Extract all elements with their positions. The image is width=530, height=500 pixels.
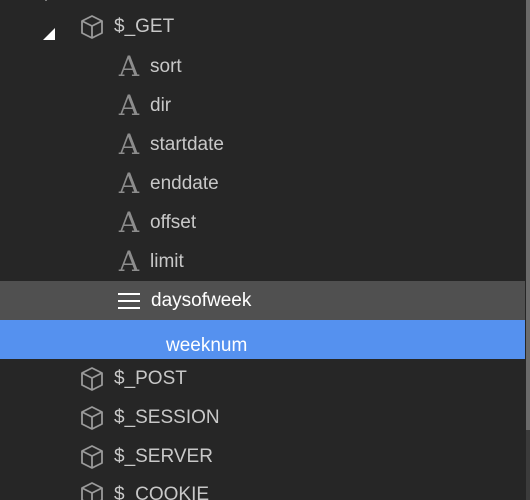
tree-group-label: $_COOKIE bbox=[114, 484, 210, 500]
tree-group-post[interactable]: $_POST bbox=[0, 359, 525, 398]
tree-group-label: $_GET bbox=[114, 15, 175, 37]
scrollbar-track[interactable] bbox=[526, 0, 530, 500]
tree-item-dir[interactable]: A dir bbox=[0, 86, 525, 125]
tree-item-limit[interactable]: A limit bbox=[0, 242, 525, 281]
cube-icon bbox=[78, 13, 106, 41]
tree-group-get[interactable]: $_GET bbox=[0, 7, 525, 46]
tree-item-label: daysofweek bbox=[151, 289, 252, 311]
text-type-icon: A bbox=[118, 127, 140, 161]
collapsed-arrow-icon[interactable] bbox=[42, 0, 50, 4]
tree-item-enddate[interactable]: A enddate bbox=[0, 164, 525, 203]
tree-item-sort[interactable]: A sort bbox=[0, 47, 525, 86]
tree-item-daysofweek[interactable]: daysofweek bbox=[0, 281, 525, 320]
tree-item-label: weeknum bbox=[166, 334, 248, 356]
tree-item-offset[interactable]: A offset bbox=[0, 203, 525, 242]
cube-icon bbox=[78, 443, 106, 471]
tree-group-server[interactable]: $_SERVER bbox=[0, 437, 525, 476]
tree-item-label: sort bbox=[150, 55, 182, 77]
tree-item-label: dir bbox=[150, 94, 172, 116]
tree-group-label: $_SESSION bbox=[114, 406, 220, 428]
tree-item-label: limit bbox=[150, 250, 184, 272]
text-type-icon: A bbox=[118, 166, 140, 200]
tree-item-label: offset bbox=[150, 211, 197, 233]
tree-group-label: $_POST bbox=[114, 367, 187, 389]
tree-group-cookie[interactable]: $_COOKIE bbox=[0, 476, 525, 500]
cube-icon bbox=[78, 404, 106, 432]
tree-group-session[interactable]: $_SESSION bbox=[0, 398, 525, 437]
text-type-icon: A bbox=[118, 49, 140, 83]
expanded-triangle-icon[interactable] bbox=[42, 25, 56, 40]
bindings-tree-panel: $_GET A sort A dir A startdate A enddate… bbox=[0, 0, 530, 500]
tree-item-label: startdate bbox=[150, 133, 224, 155]
text-type-icon: A bbox=[118, 244, 140, 278]
text-type-icon: A bbox=[118, 88, 140, 122]
text-type-icon: A bbox=[118, 205, 140, 239]
list-icon bbox=[117, 289, 141, 313]
scrollbar-thumb[interactable] bbox=[526, 0, 530, 430]
cube-icon bbox=[78, 365, 106, 393]
tree-item-startdate[interactable]: A startdate bbox=[0, 125, 525, 164]
cube-icon bbox=[78, 480, 106, 500]
tree-item-weeknum[interactable]: weeknum bbox=[0, 320, 525, 359]
tree-item-label: enddate bbox=[150, 172, 219, 194]
tree-group-label: $_SERVER bbox=[114, 445, 213, 467]
